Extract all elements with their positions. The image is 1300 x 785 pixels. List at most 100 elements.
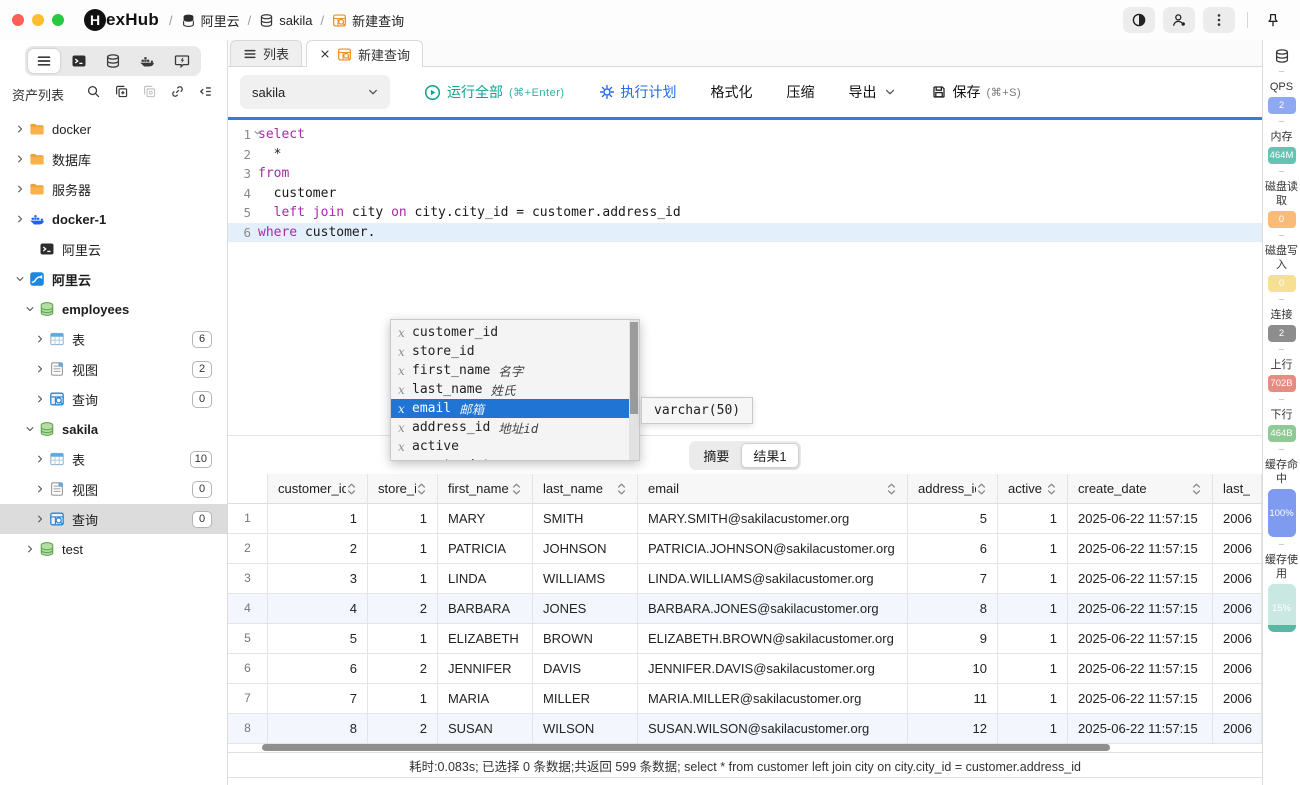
cell-customer_id[interactable]: 6 — [268, 654, 368, 684]
cell-customer_id[interactable]: 3 — [268, 564, 368, 594]
tree-item-表[interactable]: 表6 — [0, 324, 227, 354]
sort-icon[interactable] — [616, 481, 627, 497]
explain-plan-button[interactable]: 执行计划 — [599, 82, 677, 102]
cell-last_[interactable]: 2006 — [1213, 504, 1262, 534]
run-all-button[interactable]: 运行全部 (⌘+Enter) — [424, 82, 565, 102]
results-tab-摘要[interactable]: 摘要 — [691, 443, 741, 468]
table-row[interactable]: 662JENNIFERDAVISJENNIFER.DAVIS@sakilacus… — [228, 654, 1262, 684]
table-row[interactable]: 771MARIAMILLERMARIA.MILLER@sakilacustome… — [228, 684, 1262, 714]
cell-create_date[interactable]: 2025-06-22 11:57:15 — [1068, 534, 1213, 564]
cell-create_date[interactable]: 2025-06-22 11:57:15 — [1068, 714, 1213, 744]
cell-create_date[interactable]: 2025-06-22 11:57:15 — [1068, 624, 1213, 654]
cell-email[interactable]: LINDA.WILLIAMS@sakilacustomer.org — [638, 564, 908, 594]
table-row[interactable]: 331LINDAWILLIAMSLINDA.WILLIAMS@sakilacus… — [228, 564, 1262, 594]
mode-button-chat[interactable] — [166, 49, 198, 73]
cell-address_id[interactable]: 7 — [908, 564, 998, 594]
cell-address_id[interactable]: 11 — [908, 684, 998, 714]
account-button[interactable] — [1163, 7, 1195, 33]
cell-address_id[interactable]: 6 — [908, 534, 998, 564]
cell-email[interactable]: SUSAN.WILSON@sakilacustomer.org — [638, 714, 908, 744]
sort-icon[interactable] — [416, 481, 427, 497]
tree-item-docker-1[interactable]: docker-1 — [0, 204, 227, 234]
autocomplete-scrollbar-thumb[interactable] — [630, 322, 638, 414]
database-selector[interactable]: sakila — [240, 75, 390, 109]
column-header-active[interactable]: active — [998, 474, 1068, 504]
breadcrumb-item[interactable]: 阿里云 — [181, 11, 240, 30]
tree-item-sakila[interactable]: sakila — [0, 414, 227, 444]
editor-line-2[interactable]: 2 * — [228, 145, 1262, 165]
cell-email[interactable]: MARY.SMITH@sakilacustomer.org — [638, 504, 908, 534]
cell-first_name[interactable]: LINDA — [438, 564, 533, 594]
autocomplete-item-first_name[interactable]: xfirst_name名字 — [391, 361, 639, 380]
cell-customer_id[interactable]: 4 — [268, 594, 368, 624]
cell-last_[interactable]: 2006 — [1213, 564, 1262, 594]
column-header-email[interactable]: email — [638, 474, 908, 504]
cell-email[interactable]: JENNIFER.DAVIS@sakilacustomer.org — [638, 654, 908, 684]
link-button[interactable] — [170, 84, 185, 104]
chevron-down-icon[interactable] — [12, 273, 28, 285]
cell-email[interactable]: ELIZABETH.BROWN@sakilacustomer.org — [638, 624, 908, 654]
table-row[interactable]: 882SUSANWILSONSUSAN.WILSON@sakilacustome… — [228, 714, 1262, 744]
cell-active[interactable]: 1 — [998, 564, 1068, 594]
cell-last_[interactable]: 2006 — [1213, 654, 1262, 684]
editor-line-3[interactable]: 3from — [228, 164, 1262, 184]
cell-last_name[interactable]: JONES — [533, 594, 638, 624]
export-button[interactable]: 导出 — [849, 82, 897, 102]
cell-email[interactable]: BARBARA.JONES@sakilacustomer.org — [638, 594, 908, 624]
autocomplete-item-active[interactable]: xactive — [391, 437, 639, 456]
cell-store_id[interactable]: 2 — [368, 714, 438, 744]
sort-icon[interactable] — [976, 481, 987, 497]
zoom-window-button[interactable] — [52, 14, 64, 26]
cell-active[interactable]: 1 — [998, 684, 1068, 714]
cell-create_date[interactable]: 2025-06-22 11:57:15 — [1068, 594, 1213, 624]
sort-icon[interactable] — [511, 481, 522, 497]
chevron-right-icon[interactable] — [12, 123, 28, 135]
table-row[interactable]: 551ELIZABETHBROWNELIZABETH.BROWN@sakilac… — [228, 624, 1262, 654]
chevron-right-icon[interactable] — [32, 483, 48, 495]
chevron-right-icon[interactable] — [12, 153, 28, 165]
close-window-button[interactable] — [12, 14, 24, 26]
cell-active[interactable]: 1 — [998, 714, 1068, 744]
tree-item-查询[interactable]: 查询0 — [0, 384, 227, 414]
sort-icon[interactable] — [346, 481, 357, 497]
editor-line-1[interactable]: 1select — [228, 125, 1262, 145]
chevron-right-icon[interactable] — [12, 183, 28, 195]
fold-icon[interactable] — [253, 126, 262, 146]
breadcrumb-item[interactable]: 新建查询 — [332, 11, 404, 30]
minimize-window-button[interactable] — [32, 14, 44, 26]
more-menu-button[interactable] — [1203, 7, 1235, 33]
search-button[interactable] — [86, 84, 101, 104]
cell-first_name[interactable]: MARY — [438, 504, 533, 534]
chevron-right-icon[interactable] — [12, 213, 28, 225]
tree-item-employees[interactable]: employees — [0, 294, 227, 324]
cell-last_name[interactable]: DAVIS — [533, 654, 638, 684]
cell-active[interactable]: 1 — [998, 654, 1068, 684]
cell-active[interactable]: 1 — [998, 504, 1068, 534]
cell-store_id[interactable]: 1 — [368, 504, 438, 534]
column-header-last_[interactable]: last_ — [1213, 474, 1262, 504]
tab-列表[interactable]: 列表 — [230, 40, 302, 66]
cell-last_name[interactable]: MILLER — [533, 684, 638, 714]
autocomplete-scrollbar[interactable] — [629, 320, 639, 460]
tree-item-服务器[interactable]: 服务器 — [0, 174, 227, 204]
column-header-first_name[interactable]: first_name — [438, 474, 533, 504]
editor-line-4[interactable]: 4 customer — [228, 184, 1262, 204]
autocomplete-item-last_name[interactable]: xlast_name姓氏 — [391, 380, 639, 399]
cell-last_[interactable]: 2006 — [1213, 534, 1262, 564]
cell-create_date[interactable]: 2025-06-22 11:57:15 — [1068, 684, 1213, 714]
cell-active[interactable]: 1 — [998, 624, 1068, 654]
cell-create_date[interactable]: 2025-06-22 11:57:15 — [1068, 504, 1213, 534]
chevron-right-icon[interactable] — [32, 363, 48, 375]
table-row[interactable]: 111MARYSMITHMARY.SMITH@sakilacustomer.or… — [228, 504, 1262, 534]
tree-item-docker[interactable]: docker — [0, 114, 227, 144]
autocomplete-item-address_id[interactable]: xaddress_id地址id — [391, 418, 639, 437]
chevron-right-icon[interactable] — [22, 543, 38, 555]
cell-last_[interactable]: 2006 — [1213, 624, 1262, 654]
cell-store_id[interactable]: 1 — [368, 534, 438, 564]
copy-add-button[interactable] — [114, 84, 129, 104]
cell-first_name[interactable]: SUSAN — [438, 714, 533, 744]
editor-line-5[interactable]: 5 left join city on city.city_id = custo… — [228, 203, 1262, 223]
tree-item-视图[interactable]: 视图0 — [0, 474, 227, 504]
editor-line-6[interactable]: 6where customer. — [228, 223, 1262, 243]
cell-create_date[interactable]: 2025-06-22 11:57:15 — [1068, 654, 1213, 684]
